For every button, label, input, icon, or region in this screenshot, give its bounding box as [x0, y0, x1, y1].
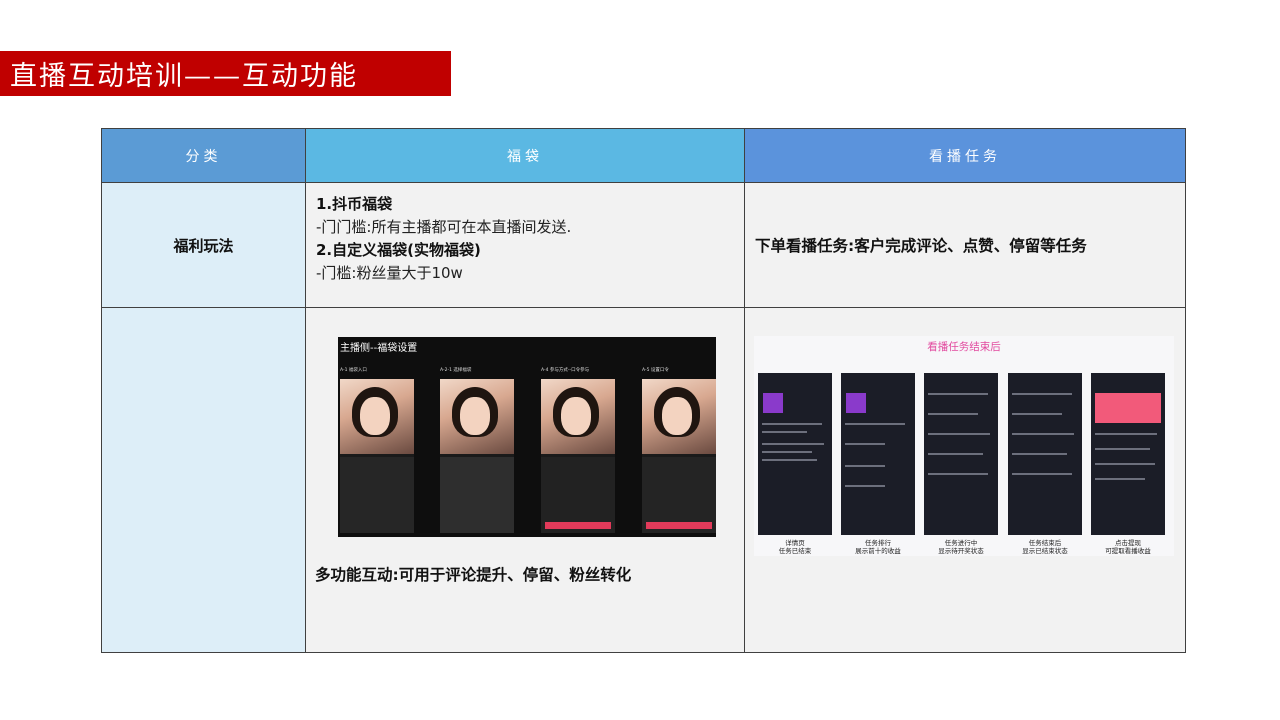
step-label-1: A-1 福袋入口	[340, 368, 367, 373]
row-label-benefit: 福利玩法	[101, 182, 306, 308]
task-phone-1	[758, 373, 832, 535]
phone-screen-1	[340, 379, 414, 533]
header-watch-task: 看播任务	[744, 128, 1186, 183]
fudai-line-4: -门槛:粉丝量大于10w	[316, 264, 463, 282]
step-label-2: A-2-1 选择福袋	[440, 368, 472, 373]
phone-screen-3	[541, 379, 615, 533]
task-caption-4: 任务结束后 显示已结束状态	[1022, 539, 1068, 555]
header-category: 分类	[101, 128, 306, 183]
fudai-line-1: 1.抖币福袋	[316, 195, 393, 213]
header-fudai: 福袋	[305, 128, 745, 183]
task-phone-3	[924, 373, 998, 535]
task-phone-4	[1008, 373, 1082, 535]
row-benefit: 福利玩法 1.抖币福袋 -门门槛:所有主播都可在本直播间发送. 2.自定义福袋(…	[101, 182, 1186, 308]
step-label-3: A-4 参与方式--口令参与	[541, 368, 590, 373]
header-row: 分类 福袋 看播任务	[101, 128, 1186, 183]
task-caption-3: 任务进行中 显示待开奖状态	[938, 539, 984, 555]
phone-screen-2	[440, 379, 514, 533]
task-caption-2: 任务排行 展示前十的收益	[855, 539, 901, 555]
task-phone-2	[841, 373, 915, 535]
cell-task-desc: 下单看播任务:客户完成评论、点赞、停留等任务	[744, 182, 1186, 308]
task-description: 下单看播任务:客户完成评论、点赞、停留等任务	[755, 237, 1087, 255]
task-caption-5: 点击提现 可提取看播收益	[1105, 539, 1151, 555]
row-label-empty	[101, 307, 306, 653]
task-caption-1: 详情页 任务已结束	[778, 539, 812, 555]
watch-task-screenshot: 看播任务结束后 详情页 任务已结束 任务排行 展示前十的收益 任务进行中 显示待…	[754, 336, 1174, 556]
step-label-4: A-5 设置口令	[642, 368, 669, 373]
fudai-settings-screenshot: 主播侧--福袋设置 A-1 福袋入口 A-2-1 选择福袋 A-4 参与方式--…	[338, 337, 716, 537]
phone-screen-4	[642, 379, 716, 533]
watch-task-screenshot-title: 看播任务结束后	[927, 341, 1001, 353]
slide-title-bar: 直播互动培训——互动功能	[0, 51, 451, 96]
fudai-multifunction-caption: 多功能互动:可用于评论提升、停留、粉丝转化	[315, 566, 632, 584]
cell-fudai-desc: 1.抖币福袋 -门门槛:所有主播都可在本直播间发送. 2.自定义福袋(实物福袋)…	[305, 182, 745, 308]
fudai-screenshot-title: 主播侧--福袋设置	[340, 343, 418, 354]
slide-title: 直播互动培训——互动功能	[10, 61, 358, 92]
task-phone-5	[1091, 373, 1165, 535]
fudai-line-2: -门门槛:所有主播都可在本直播间发送.	[316, 218, 572, 236]
fudai-line-3: 2.自定义福袋(实物福袋)	[316, 241, 481, 259]
